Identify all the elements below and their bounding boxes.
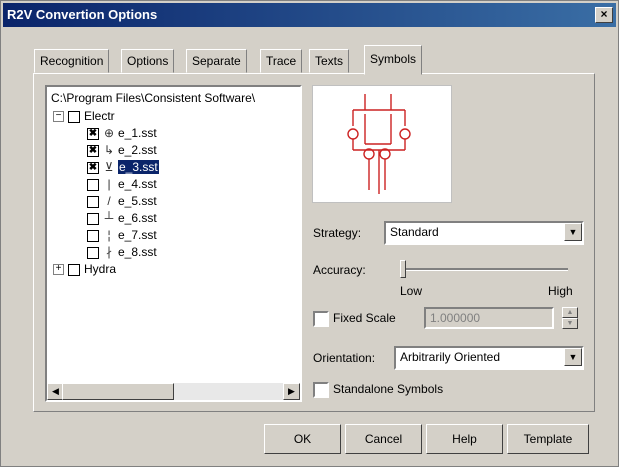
accuracy-high-label: High [548,284,573,298]
tree-item-e3[interactable]: ✖ ⊻ e_3.sst [87,159,159,175]
template-button[interactable]: Template [507,424,589,454]
tree-checkbox[interactable] [68,110,80,123]
tree-node-electr[interactable]: − Electr [53,108,115,124]
tab-recognition[interactable]: Recognition [34,49,110,73]
ok-button[interactable]: OK [264,424,341,454]
scroll-right-icon[interactable]: ▶ [283,383,300,400]
tree-item-e5[interactable]: / e_5.sst [87,193,157,209]
fixed-scale-checkbox[interactable] [313,311,329,327]
symbol-preview-graphic [347,94,411,194]
symbol-preview [312,85,452,203]
title-bar[interactable]: R2V Convertion Options × [3,3,616,27]
tree-node-label: Hydra [84,262,117,276]
tree-item-label: e_1.sst [118,126,157,140]
tab-options[interactable]: Options [121,49,175,73]
fixed-scale-spinner[interactable]: ▲ ▼ [562,307,578,329]
tree-node-hydra[interactable]: + Hydra [53,261,116,277]
tree-item-e1[interactable]: ✖ ⊕ e_1.sst [87,125,157,141]
fixed-scale-input[interactable]: 1.000000 [424,307,554,329]
strategy-label: Strategy: [313,226,362,240]
symbol-thumbnail-icon: ⊻ [104,160,114,174]
orientation-value: Arbitrarily Oriented [400,350,501,364]
orientation-label: Orientation: [313,351,376,365]
tree-node-label: Electr [84,109,115,123]
tree-item-checkbox[interactable] [87,178,99,191]
tree-item-checkbox[interactable] [87,229,99,242]
symbol-thumbnail-icon: ¦ [107,228,111,242]
tree-item-e7[interactable]: ¦ e_7.sst [87,227,157,243]
tree-item-checkbox[interactable]: ✖ [87,161,99,174]
tree-item-label: e_4.sst [118,177,157,191]
symbol-thumbnail-icon: / [107,194,111,208]
strategy-value: Standard [390,225,439,239]
spin-down-icon[interactable]: ▼ [562,318,578,329]
tab-trace[interactable]: Trace [260,49,303,73]
symbol-thumbnail-icon: ↳ [103,143,115,157]
tree-item-checkbox[interactable] [87,195,99,208]
cancel-button[interactable]: Cancel [345,424,422,454]
standalone-symbols-checkbox[interactable] [313,382,329,398]
tree-path: C:\Program Files\Consistent Software\ [51,91,256,105]
tree-item-checkbox[interactable] [87,246,99,259]
tree-checkbox[interactable] [68,263,80,276]
tree-item-e8[interactable]: ∤ e_8.sst [87,244,157,260]
scroll-thumb[interactable] [62,383,174,400]
tree-item-checkbox[interactable] [87,212,99,225]
symbol-thumbnail-icon: | [107,177,111,191]
tree-item-label: e_8.sst [118,245,157,259]
close-button[interactable]: × [595,7,613,23]
tree-item-label: e_2.sst [118,143,157,157]
tree-item-label: e_6.sst [118,211,157,225]
orientation-dropdown[interactable]: Arbitrarily Oriented ▼ [394,346,584,370]
tree-item-e6[interactable]: ┴ e_6.sst [87,210,157,226]
symbol-thumbnail-icon: ┴ [104,211,114,225]
chevron-down-icon[interactable]: ▼ [564,223,582,241]
help-button[interactable]: Help [426,424,503,454]
symbol-thumbnail-icon: ∤ [106,245,112,259]
symbol-library-tree[interactable]: C:\Program Files\Consistent Software\ − E… [45,85,302,402]
accuracy-slider-thumb[interactable] [400,260,406,278]
tree-item-checkbox[interactable]: ✖ [87,127,99,140]
fixed-scale-label: Fixed Scale [333,311,396,325]
accuracy-low-label: Low [400,284,423,298]
close-icon: × [600,7,608,21]
tree-item-checkbox[interactable]: ✖ [87,144,99,157]
strategy-dropdown[interactable]: Standard ▼ [384,221,584,245]
tree-item-label-selected: e_3.sst [118,160,159,174]
tab-separate[interactable]: Separate [186,49,247,73]
fixed-scale-value: 1.000000 [430,311,481,325]
tab-texts[interactable]: Texts [309,49,350,73]
tab-symbols[interactable]: Symbols [364,45,423,75]
standalone-symbols-label: Standalone Symbols [333,382,444,396]
tree-item-e2[interactable]: ✖ ↳ e_2.sst [87,142,157,158]
accuracy-label: Accuracy: [313,263,366,277]
collapse-icon[interactable]: − [53,111,64,123]
tree-item-e4[interactable]: | e_4.sst [87,176,157,192]
tree-item-label: e_5.sst [118,194,157,208]
accuracy-slider[interactable] [400,268,568,271]
chevron-down-icon[interactable]: ▼ [564,348,582,366]
tree-item-label: e_7.sst [118,228,157,242]
symbol-thumbnail-icon: ⊕ [103,126,115,140]
spin-up-icon[interactable]: ▲ [562,307,578,318]
window-title: R2V Convertion Options [7,7,158,22]
horizontal-scrollbar[interactable]: ◀ ▶ [47,383,300,400]
expand-icon[interactable]: + [53,264,64,276]
